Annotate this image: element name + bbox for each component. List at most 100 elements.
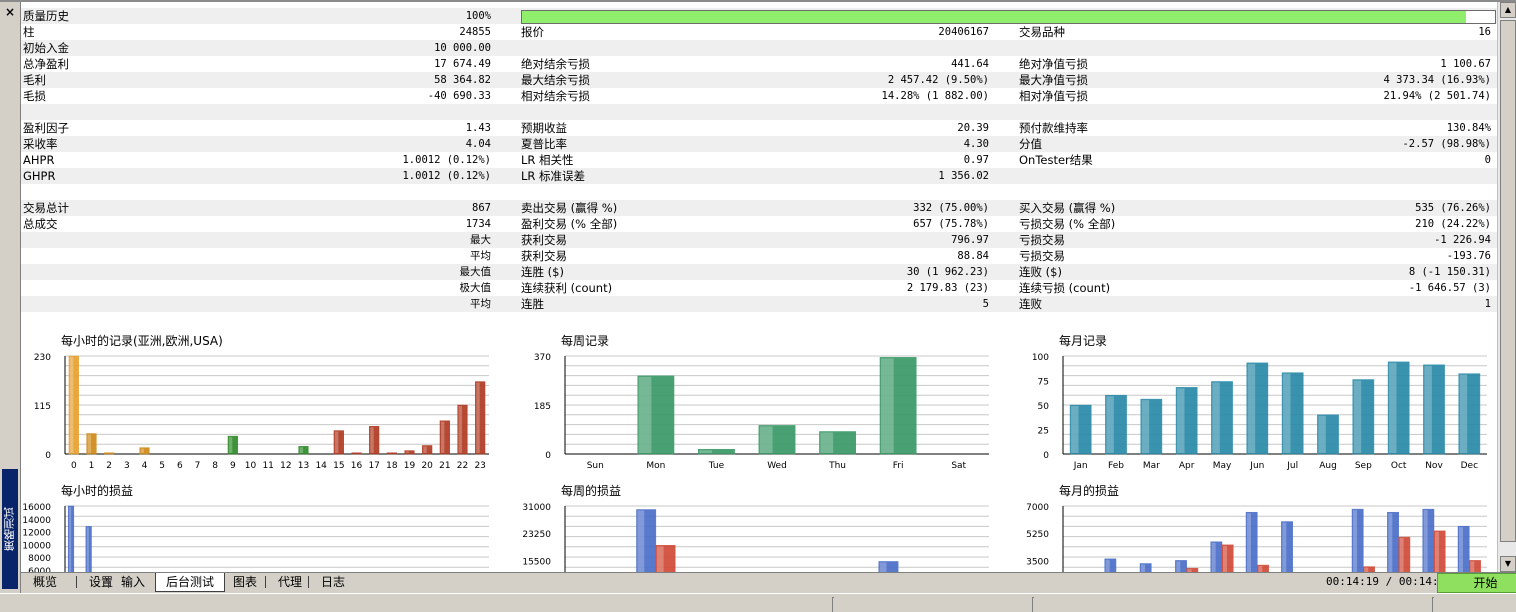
x-tick-label: Dec — [1461, 461, 1478, 471]
summary-label: 亏损交易 — [1019, 233, 1065, 247]
bar-highlight — [1388, 513, 1393, 572]
window-top-edge — [0, 0, 1516, 2]
bar-highlight — [370, 427, 374, 453]
summary-row: 毛损 -40 690.33 相对结余亏损 14.28% (1 882.00) 相对净值亏… — [21, 88, 1497, 104]
summary-value: 130.84% — [1446, 122, 1491, 134]
summary-row: 质量历史 100% — [21, 8, 1497, 24]
summary-label: 柱 — [23, 25, 35, 39]
summary-value: 1 — [1484, 298, 1491, 310]
chart-svg: 每小时的损益40006000800010000120001400016000 — [22, 483, 489, 572]
summary-value: 2 179.83 (23) — [906, 282, 989, 294]
summary-label: 绝对结余亏损 — [521, 57, 590, 71]
summary-label — [23, 280, 163, 296]
y-tick-label: 100 — [1032, 353, 1049, 363]
x-tick-label: Sep — [1355, 461, 1372, 471]
summary-row — [21, 104, 1497, 120]
bar-highlight — [1177, 388, 1185, 453]
summary-value: 332 (75.00%) — [913, 202, 989, 214]
summary-row: 采收率 4.04 夏普比率 4.30 分值 -2.57 (98.98%) — [21, 136, 1497, 152]
chart-0: 每小时的记录(亚洲,欧洲,USA) 0 115 230 0 1 2 3 4 5 6 7 8 9 10 11 12… — [21, 330, 491, 494]
status-divider — [1032, 597, 1034, 612]
x-tick-label: Mar — [1143, 461, 1160, 471]
x-tick-label: 12 — [280, 461, 291, 471]
tab-separator — [308, 576, 309, 588]
start-button[interactable]: 开始 — [1437, 573, 1516, 593]
y-tick-label: 370 — [534, 353, 551, 363]
summary-value: 867 — [472, 202, 491, 214]
x-tick-label: 18 — [386, 461, 398, 471]
tab-3[interactable]: 后台测试 — [155, 573, 226, 592]
summary-value: 100% — [465, 10, 491, 22]
x-tick-label: Tue — [708, 461, 725, 471]
summary-value — [821, 184, 989, 200]
summary-value: 1.43 — [465, 122, 491, 134]
close-icon[interactable]: × — [4, 6, 16, 18]
scroll-thumb[interactable] — [1500, 20, 1516, 542]
summary-label — [1019, 168, 1239, 184]
summary-value: 1.0012 (0.12%) — [402, 154, 491, 166]
summary-row: 平均 获利交易 88.84 亏损交易 -193.76 — [21, 248, 1497, 264]
summary-value: 1 356.02 — [938, 170, 989, 182]
chart-svg: 每小时的记录(亚洲,欧洲,USA)01152300 1 2 3 4 5 6 7 8 9 10 11 12… — [34, 333, 489, 471]
x-tick-label: 15 — [333, 461, 344, 471]
summary-value: 17 674.49 — [434, 58, 491, 70]
tab-4[interactable]: 图表 — [223, 573, 267, 591]
tab-2[interactable]: 输入 — [111, 573, 155, 591]
summary-value: 最大 — [470, 234, 491, 246]
tab-separator — [265, 576, 266, 588]
summary-label: 预期收益 — [521, 121, 567, 135]
y-tick-label: 23250 — [522, 530, 551, 540]
summary-value: 88.84 — [957, 250, 989, 262]
tab-5[interactable]: 代理 — [268, 573, 312, 591]
scroll-up-icon[interactable]: ▲ — [1500, 2, 1516, 18]
summary-label — [23, 232, 163, 248]
summary-label: 卖出交易 (赢得 %) — [521, 201, 618, 215]
tab-0[interactable]: 概览 — [23, 573, 67, 591]
summary-value: 10 000.00 — [434, 42, 491, 54]
summary-label: 盈利因子 — [23, 121, 69, 135]
bar-highlight — [1399, 538, 1404, 572]
bar-highlight — [334, 431, 339, 453]
x-tick-label: 5 — [159, 461, 165, 471]
summary-value: 657 (75.78%) — [913, 218, 989, 230]
scroll-down-icon[interactable]: ▼ — [1500, 556, 1516, 572]
summary-value — [341, 104, 491, 120]
summary-label: 交易总计 — [23, 201, 69, 215]
report-area: 质量历史 100% 柱 24855 报价 20406167 交易品种 16 初始入金 10 000… — [21, 8, 1497, 572]
x-tick-label: Sat — [951, 461, 966, 471]
summary-label: 盈利交易 (% 全部) — [521, 217, 618, 231]
y-tick-label: 0 — [1043, 451, 1049, 461]
summary-value: -193.76 — [1446, 250, 1491, 262]
y-tick-label: 230 — [34, 353, 51, 363]
summary-row: 盈利因子 1.43 预期收益 20.39 预付款维持率 130.84% — [21, 120, 1497, 136]
summary-label — [521, 184, 741, 200]
summary-value: 535 (76.26%) — [1415, 202, 1491, 214]
bar-highlight — [1247, 513, 1251, 572]
chart-title: 每月的损益 — [1059, 483, 1119, 498]
bar-highlight — [1211, 542, 1216, 572]
x-tick-label: 19 — [404, 461, 416, 471]
bar-highlight — [476, 382, 480, 453]
summary-value: 5 — [982, 298, 989, 310]
summary-label: 预付款维持率 — [1019, 121, 1088, 135]
tab-6[interactable]: 日志 — [311, 573, 355, 591]
summary-label: 最大净值亏损 — [1019, 73, 1088, 87]
bar-highlight — [69, 507, 72, 572]
summary-label: 相对净值亏损 — [1019, 89, 1088, 103]
summary-value: 0.97 — [963, 154, 989, 166]
bar-highlight — [1424, 365, 1432, 453]
y-tick-label: 5250 — [1026, 530, 1049, 540]
summary-value — [821, 104, 989, 120]
y-tick-label: 8000 — [28, 554, 51, 564]
x-tick-label: Nov — [1425, 461, 1443, 471]
summary-row: 平均 连胜 5 连败 1 — [21, 296, 1497, 312]
summary-value: 16 — [1478, 26, 1491, 38]
bar — [386, 452, 397, 455]
bar-highlight — [879, 562, 887, 572]
chart-svg: 每周记录 0 185 370 Sun Mon Tue Wed Thu Fri Sat — [534, 333, 989, 471]
vertical-scrollbar[interactable]: ▲ ▼ — [1497, 2, 1516, 572]
bar-highlight — [228, 437, 233, 453]
summary-value: 0 — [1484, 154, 1491, 166]
summary-label — [23, 296, 163, 312]
x-tick-label: 17 — [368, 461, 379, 471]
